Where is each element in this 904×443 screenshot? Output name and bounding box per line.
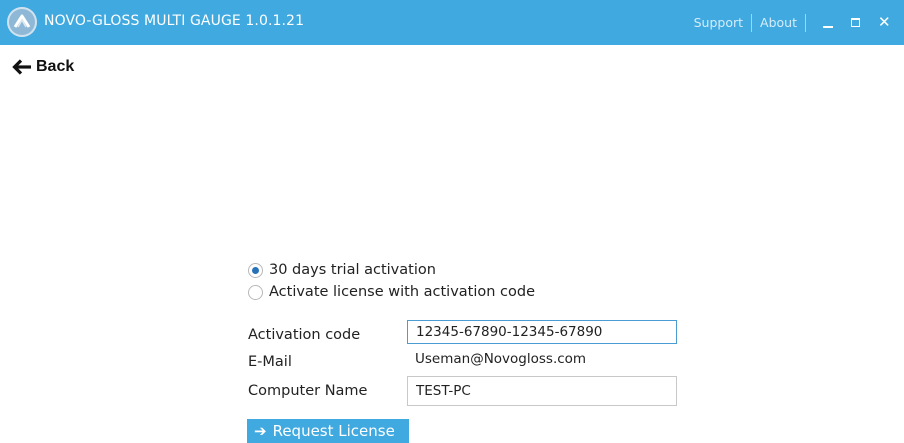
app-logo-icon [7,7,37,37]
computer-name-label: Computer Name [248,383,368,399]
support-link[interactable]: Support [694,15,743,30]
email-label: E-Mail [248,354,292,370]
request-license-button[interactable]: ➔ Request License [247,419,409,443]
title-bar[interactable]: NOVO-GLOSS MULTI GAUGE 1.0.1.21 Support … [0,0,904,45]
computer-name-input[interactable] [407,376,677,406]
request-license-label: Request License [272,422,395,440]
minimize-icon [823,26,833,28]
radio-button-unchecked[interactable] [248,284,263,300]
title-separator [805,13,806,32]
radio-activation-code[interactable]: Activate license with activation code [248,284,535,300]
minimize-button[interactable] [814,0,842,45]
arrow-right-icon: ➔ [254,421,267,440]
arrow-left-icon [12,59,32,75]
maximize-button[interactable] [842,0,870,45]
back-button[interactable]: Back [12,58,74,76]
radio-label-trial: 30 days trial activation [269,262,436,278]
title-bar-controls: Support About ✕ [694,0,898,45]
about-link[interactable]: About [760,15,797,30]
radio-button-checked[interactable] [248,262,263,278]
app-window: NOVO-GLOSS MULTI GAUGE 1.0.1.21 Support … [0,0,904,443]
email-value: Useman@Novogloss.com [415,351,587,367]
back-label: Back [36,58,75,75]
activation-code-input[interactable] [407,320,677,344]
maximize-icon [851,18,860,27]
radio-trial-activation[interactable]: 30 days trial activation [248,262,436,278]
close-button[interactable]: ✕ [870,0,898,45]
close-icon: ✕ [878,13,891,31]
radio-label-activation-code: Activate license with activation code [269,284,536,300]
title-separator [751,13,753,32]
activation-code-label: Activation code [248,327,361,343]
app-title: NOVO-GLOSS MULTI GAUGE 1.0.1.21 [44,13,305,29]
